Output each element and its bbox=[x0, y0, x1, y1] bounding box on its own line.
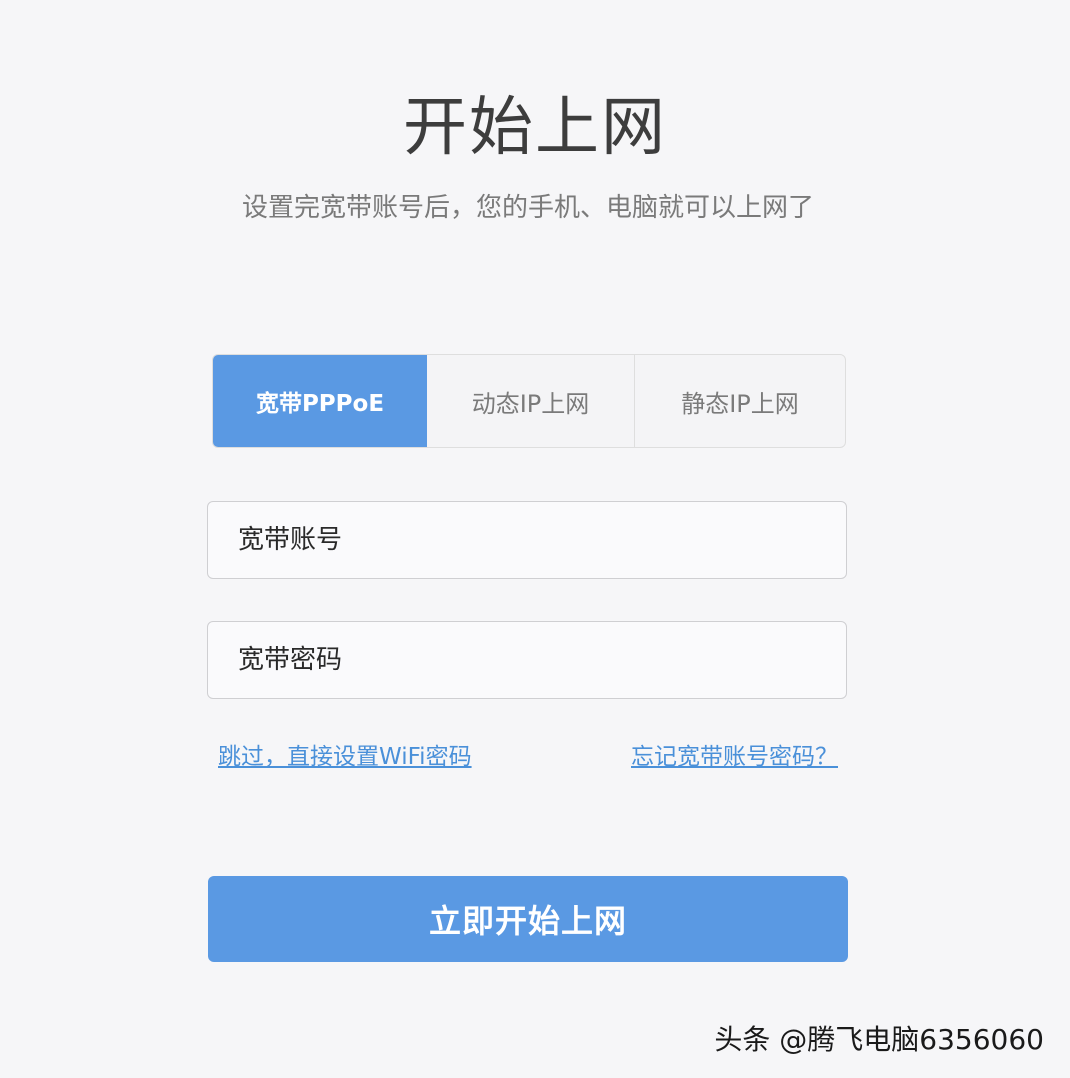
connection-type-tabs: 宽带PPPoE 动态IP上网 静态IP上网 bbox=[212, 354, 846, 448]
account-field-wrapper bbox=[207, 501, 847, 579]
broadband-password-input[interactable] bbox=[208, 622, 846, 698]
tab-pppoe[interactable]: 宽带PPPoE bbox=[213, 355, 427, 447]
password-field-wrapper bbox=[207, 621, 847, 699]
skip-to-wifi-link[interactable]: 跳过，直接设置WiFi密码 bbox=[218, 740, 472, 774]
page-title: 开始上网 bbox=[403, 91, 667, 165]
watermark-text: 头条 @腾飞电脑6356060 bbox=[714, 1023, 1044, 1056]
page-subtitle: 设置完宽带账号后，您的手机、电脑就可以上网了 bbox=[241, 193, 814, 223]
tab-static-ip[interactable]: 静态IP上网 bbox=[635, 355, 845, 447]
forgot-credentials-link[interactable]: 忘记宽带账号密码？ bbox=[631, 740, 838, 774]
start-internet-button[interactable]: 立即开始上网 bbox=[208, 876, 848, 962]
broadband-account-input[interactable] bbox=[208, 502, 846, 578]
tab-dynamic-ip[interactable]: 动态IP上网 bbox=[427, 355, 635, 447]
